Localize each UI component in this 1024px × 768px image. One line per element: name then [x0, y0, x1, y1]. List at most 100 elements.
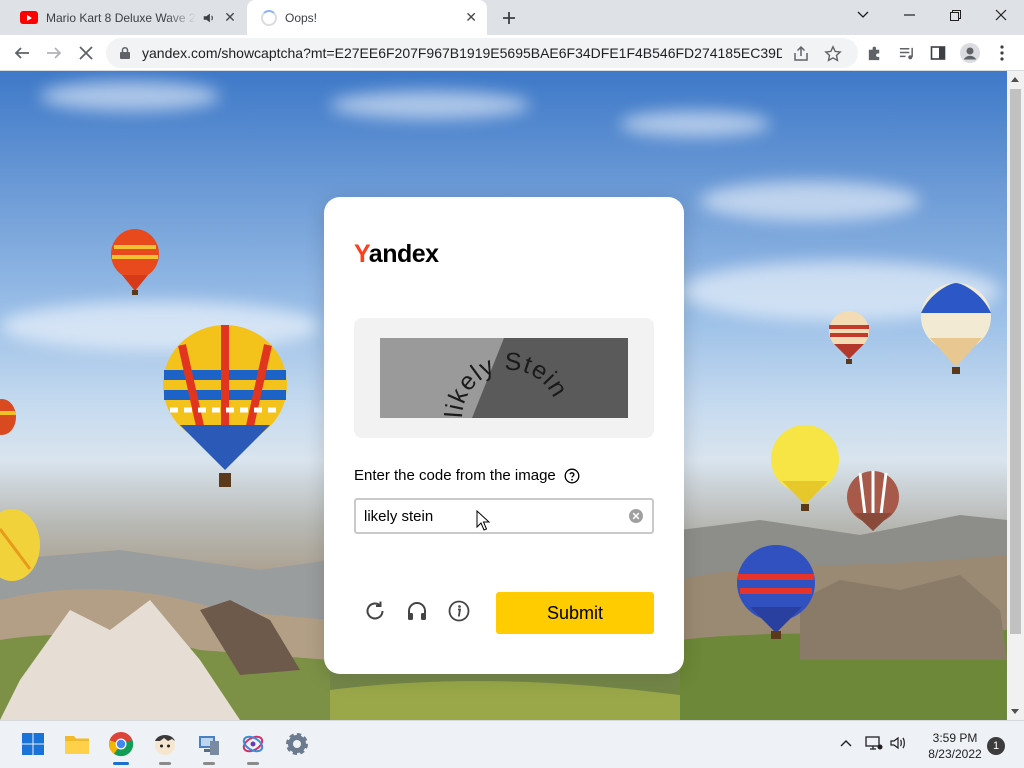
media-queue-icon	[899, 47, 913, 59]
minimize-icon	[903, 14, 915, 16]
hot-air-balloon-illustration	[0, 509, 40, 581]
help-icon[interactable]	[564, 468, 580, 484]
share-icon[interactable]	[792, 45, 810, 63]
youtube-icon	[20, 11, 38, 24]
captcha-prompt: Enter the code from the image	[354, 467, 580, 484]
cloud	[40, 81, 220, 111]
yandex-logo: Yandex	[354, 240, 439, 268]
running-indicator	[247, 762, 259, 765]
captcha-prompt-text: Enter the code from the image	[354, 467, 556, 484]
headphones-icon[interactable]	[405, 599, 429, 623]
side-panel-icon	[930, 46, 946, 60]
hot-air-balloon-illustration	[737, 545, 815, 639]
tab-oops[interactable]: Oops! ✕	[247, 0, 487, 35]
close-window-button[interactable]	[978, 0, 1024, 30]
mouse-cursor-icon	[476, 510, 490, 531]
hot-air-balloon-illustration	[921, 283, 991, 374]
paint-app-icon	[242, 735, 264, 753]
close-icon	[79, 46, 93, 60]
windows-taskbar: 3:59 PM 8/23/2022 1	[0, 720, 1024, 768]
chevron-down-icon	[857, 11, 869, 18]
side-panel-button[interactable]	[924, 39, 952, 67]
cloud	[330, 91, 530, 119]
network-icon	[865, 736, 883, 750]
tab-title: Oops!	[285, 10, 318, 25]
hot-air-balloon-illustration	[111, 229, 159, 295]
gear-icon	[286, 733, 308, 755]
plus-icon	[503, 12, 515, 24]
page-scrollbar[interactable]	[1007, 71, 1024, 720]
captcha-image-frame: likely Stein	[354, 318, 654, 438]
tab-title: Mario Kart 8 Deluxe Wave 2	[46, 10, 196, 25]
volume-control[interactable]	[888, 733, 908, 753]
hot-air-balloon-illustration	[771, 425, 839, 511]
taskbar-settings[interactable]	[282, 729, 312, 759]
character-app-icon	[155, 735, 175, 755]
close-tab-icon[interactable]: ✕	[222, 9, 238, 26]
computer-app-icon	[199, 736, 219, 755]
profile-button[interactable]	[956, 39, 984, 67]
arrow-right-icon	[47, 47, 62, 59]
scroll-up-arrow[interactable]	[1011, 77, 1019, 82]
network-status[interactable]	[864, 733, 884, 753]
loading-spinner-icon	[261, 9, 277, 26]
show-hidden-icons-button[interactable]	[836, 733, 856, 753]
tab-search-button[interactable]	[840, 0, 886, 30]
lock-icon[interactable]	[118, 46, 132, 60]
clock-time: 3:59 PM	[932, 731, 978, 745]
arrow-left-icon	[14, 47, 29, 59]
notification-badge[interactable]: 1	[987, 737, 1005, 755]
restore-icon	[949, 9, 961, 21]
close-icon	[995, 9, 1007, 21]
menu-button[interactable]	[988, 39, 1016, 67]
stop-loading-button[interactable]	[72, 39, 100, 67]
system-clock[interactable]: 3:59 PM 8/23/2022	[916, 730, 994, 762]
url-text: yandex.com/showcaptcha?mt=E27EE6F207F967…	[142, 45, 782, 61]
hot-air-balloon-illustration	[829, 311, 869, 364]
hot-air-balloon-illustration	[847, 471, 899, 531]
clear-input-icon[interactable]	[628, 508, 644, 524]
taskbar-file-explorer[interactable]	[62, 729, 92, 759]
bookmark-star-icon[interactable]	[824, 45, 842, 63]
speaker-icon[interactable]	[202, 11, 216, 25]
windows-logo-icon	[22, 733, 44, 755]
chevron-up-icon	[840, 740, 852, 747]
captcha-input-field[interactable]	[354, 498, 654, 534]
browser-toolbar: yandex.com/showcaptcha?mt=E27EE6F207F967…	[0, 35, 1024, 71]
folder-icon	[65, 736, 89, 754]
chrome-icon	[108, 732, 134, 757]
back-button[interactable]	[8, 39, 36, 67]
taskbar-app-character[interactable]	[150, 729, 180, 765]
start-button[interactable]	[18, 729, 48, 759]
taskbar-app-computer[interactable]	[194, 729, 224, 765]
hot-air-balloon-illustration	[163, 325, 287, 487]
captcha-image: likely Stein	[380, 338, 628, 418]
forward-button[interactable]	[40, 39, 68, 67]
new-tab-button[interactable]	[497, 6, 521, 30]
close-tab-icon[interactable]: ✕	[463, 9, 479, 26]
media-control-button[interactable]	[892, 39, 920, 67]
hot-air-balloon-illustration	[0, 399, 16, 435]
refresh-icon[interactable]	[363, 599, 387, 623]
tab-mario-kart[interactable]: Mario Kart 8 Deluxe Wave 2 ✕	[8, 0, 246, 35]
taskbar-chrome[interactable]	[106, 729, 136, 765]
captcha-input[interactable]	[364, 500, 624, 532]
minimize-button[interactable]	[886, 0, 932, 30]
active-indicator	[113, 762, 129, 765]
captcha-card: Yandex likely Stein Enter the code from …	[324, 197, 684, 674]
info-icon[interactable]	[447, 599, 471, 623]
clock-date: 8/23/2022	[928, 747, 982, 761]
kebab-menu-icon	[1000, 45, 1004, 61]
running-indicator	[159, 762, 171, 765]
restore-button[interactable]	[932, 0, 978, 30]
running-indicator	[203, 762, 215, 765]
cloud	[620, 111, 770, 137]
extensions-button[interactable]	[860, 39, 888, 67]
tab-strip: Mario Kart 8 Deluxe Wave 2 ✕ Oops! ✕	[0, 0, 1024, 35]
scroll-down-arrow[interactable]	[1011, 709, 1019, 714]
speaker-icon	[890, 736, 905, 750]
submit-button[interactable]: Submit	[496, 592, 654, 634]
address-bar[interactable]: yandex.com/showcaptcha?mt=E27EE6F207F967…	[106, 38, 858, 68]
taskbar-app-paint[interactable]	[238, 729, 268, 765]
scrollbar-thumb[interactable]	[1010, 89, 1021, 634]
